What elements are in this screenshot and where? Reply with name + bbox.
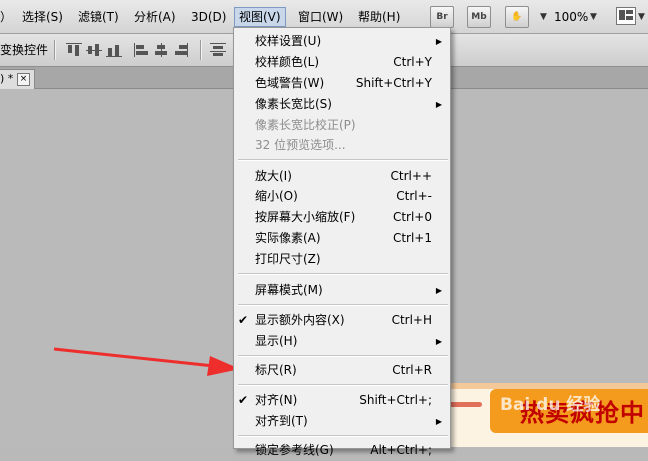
menu-item-pixel-aspect-ratio[interactable]: 像素长宽比(S) ▶ — [234, 94, 450, 115]
menu-separator — [238, 159, 448, 161]
submenu-arrow-icon: ▶ — [435, 100, 442, 109]
menu-item-zoom-out[interactable]: 缩小(O) Ctrl+- — [234, 186, 450, 207]
menu-item-zoom-in[interactable]: 放大(I) Ctrl++ — [234, 166, 450, 187]
menu-separator — [238, 384, 448, 386]
menu-item-lock-guides[interactable]: 锁定参考线(G) Alt+Ctrl+; — [234, 440, 450, 461]
menu-item-extras[interactable]: ✔ 显示额外内容(X) Ctrl+H — [234, 310, 450, 331]
menu-separator — [238, 435, 448, 437]
checkmark-icon: ✔ — [238, 393, 249, 407]
menu-item-snap-to[interactable]: 对齐到(T) ▶ — [234, 411, 450, 432]
menu-separator — [238, 273, 448, 275]
submenu-arrow-icon: ▶ — [435, 37, 442, 46]
submenu-arrow-icon: ▶ — [435, 417, 442, 426]
menu-item-screen-mode[interactable]: 屏幕模式(M) ▶ — [234, 280, 450, 301]
submenu-arrow-icon: ▶ — [435, 337, 442, 346]
menu-separator — [238, 355, 448, 357]
menu-separator — [238, 304, 448, 306]
menu-item-32bit-preview: 32 位预览选项... — [255, 138, 346, 152]
submenu-arrow-icon: ▶ — [435, 286, 442, 295]
checkmark-icon: ✔ — [238, 313, 249, 327]
menu-item-snap[interactable]: ✔ 对齐(N) Shift+Ctrl+; — [234, 390, 450, 411]
menu-item-rulers[interactable]: 标尺(R) Ctrl+R — [234, 360, 450, 381]
menu-item-print-size[interactable]: 打印尺寸(Z) — [234, 249, 450, 270]
menu-item-pixel-aspect-correction: 像素长宽比校正(P) — [255, 118, 356, 132]
menu-item-proof-colors[interactable]: 校样颜色(L) Ctrl+Y — [234, 52, 450, 73]
menu-item-gamut-warning[interactable]: 色域警告(W) Shift+Ctrl+Y — [234, 73, 450, 94]
menu-item-fit-on-screen[interactable]: 按屏幕大小缩放(F) Ctrl+0 — [234, 207, 450, 228]
menu-item-show[interactable]: 显示(H) ▶ — [234, 331, 450, 352]
menu-item-proof-setup[interactable]: 校样设置(U) ▶ — [234, 31, 450, 52]
view-menu-dropdown: 校样设置(U) ▶ 校样颜色(L) Ctrl+Y 色域警告(W) Shift+C… — [233, 27, 451, 457]
menu-item-actual-pixels[interactable]: 实际像素(A) Ctrl+1 — [234, 228, 450, 249]
